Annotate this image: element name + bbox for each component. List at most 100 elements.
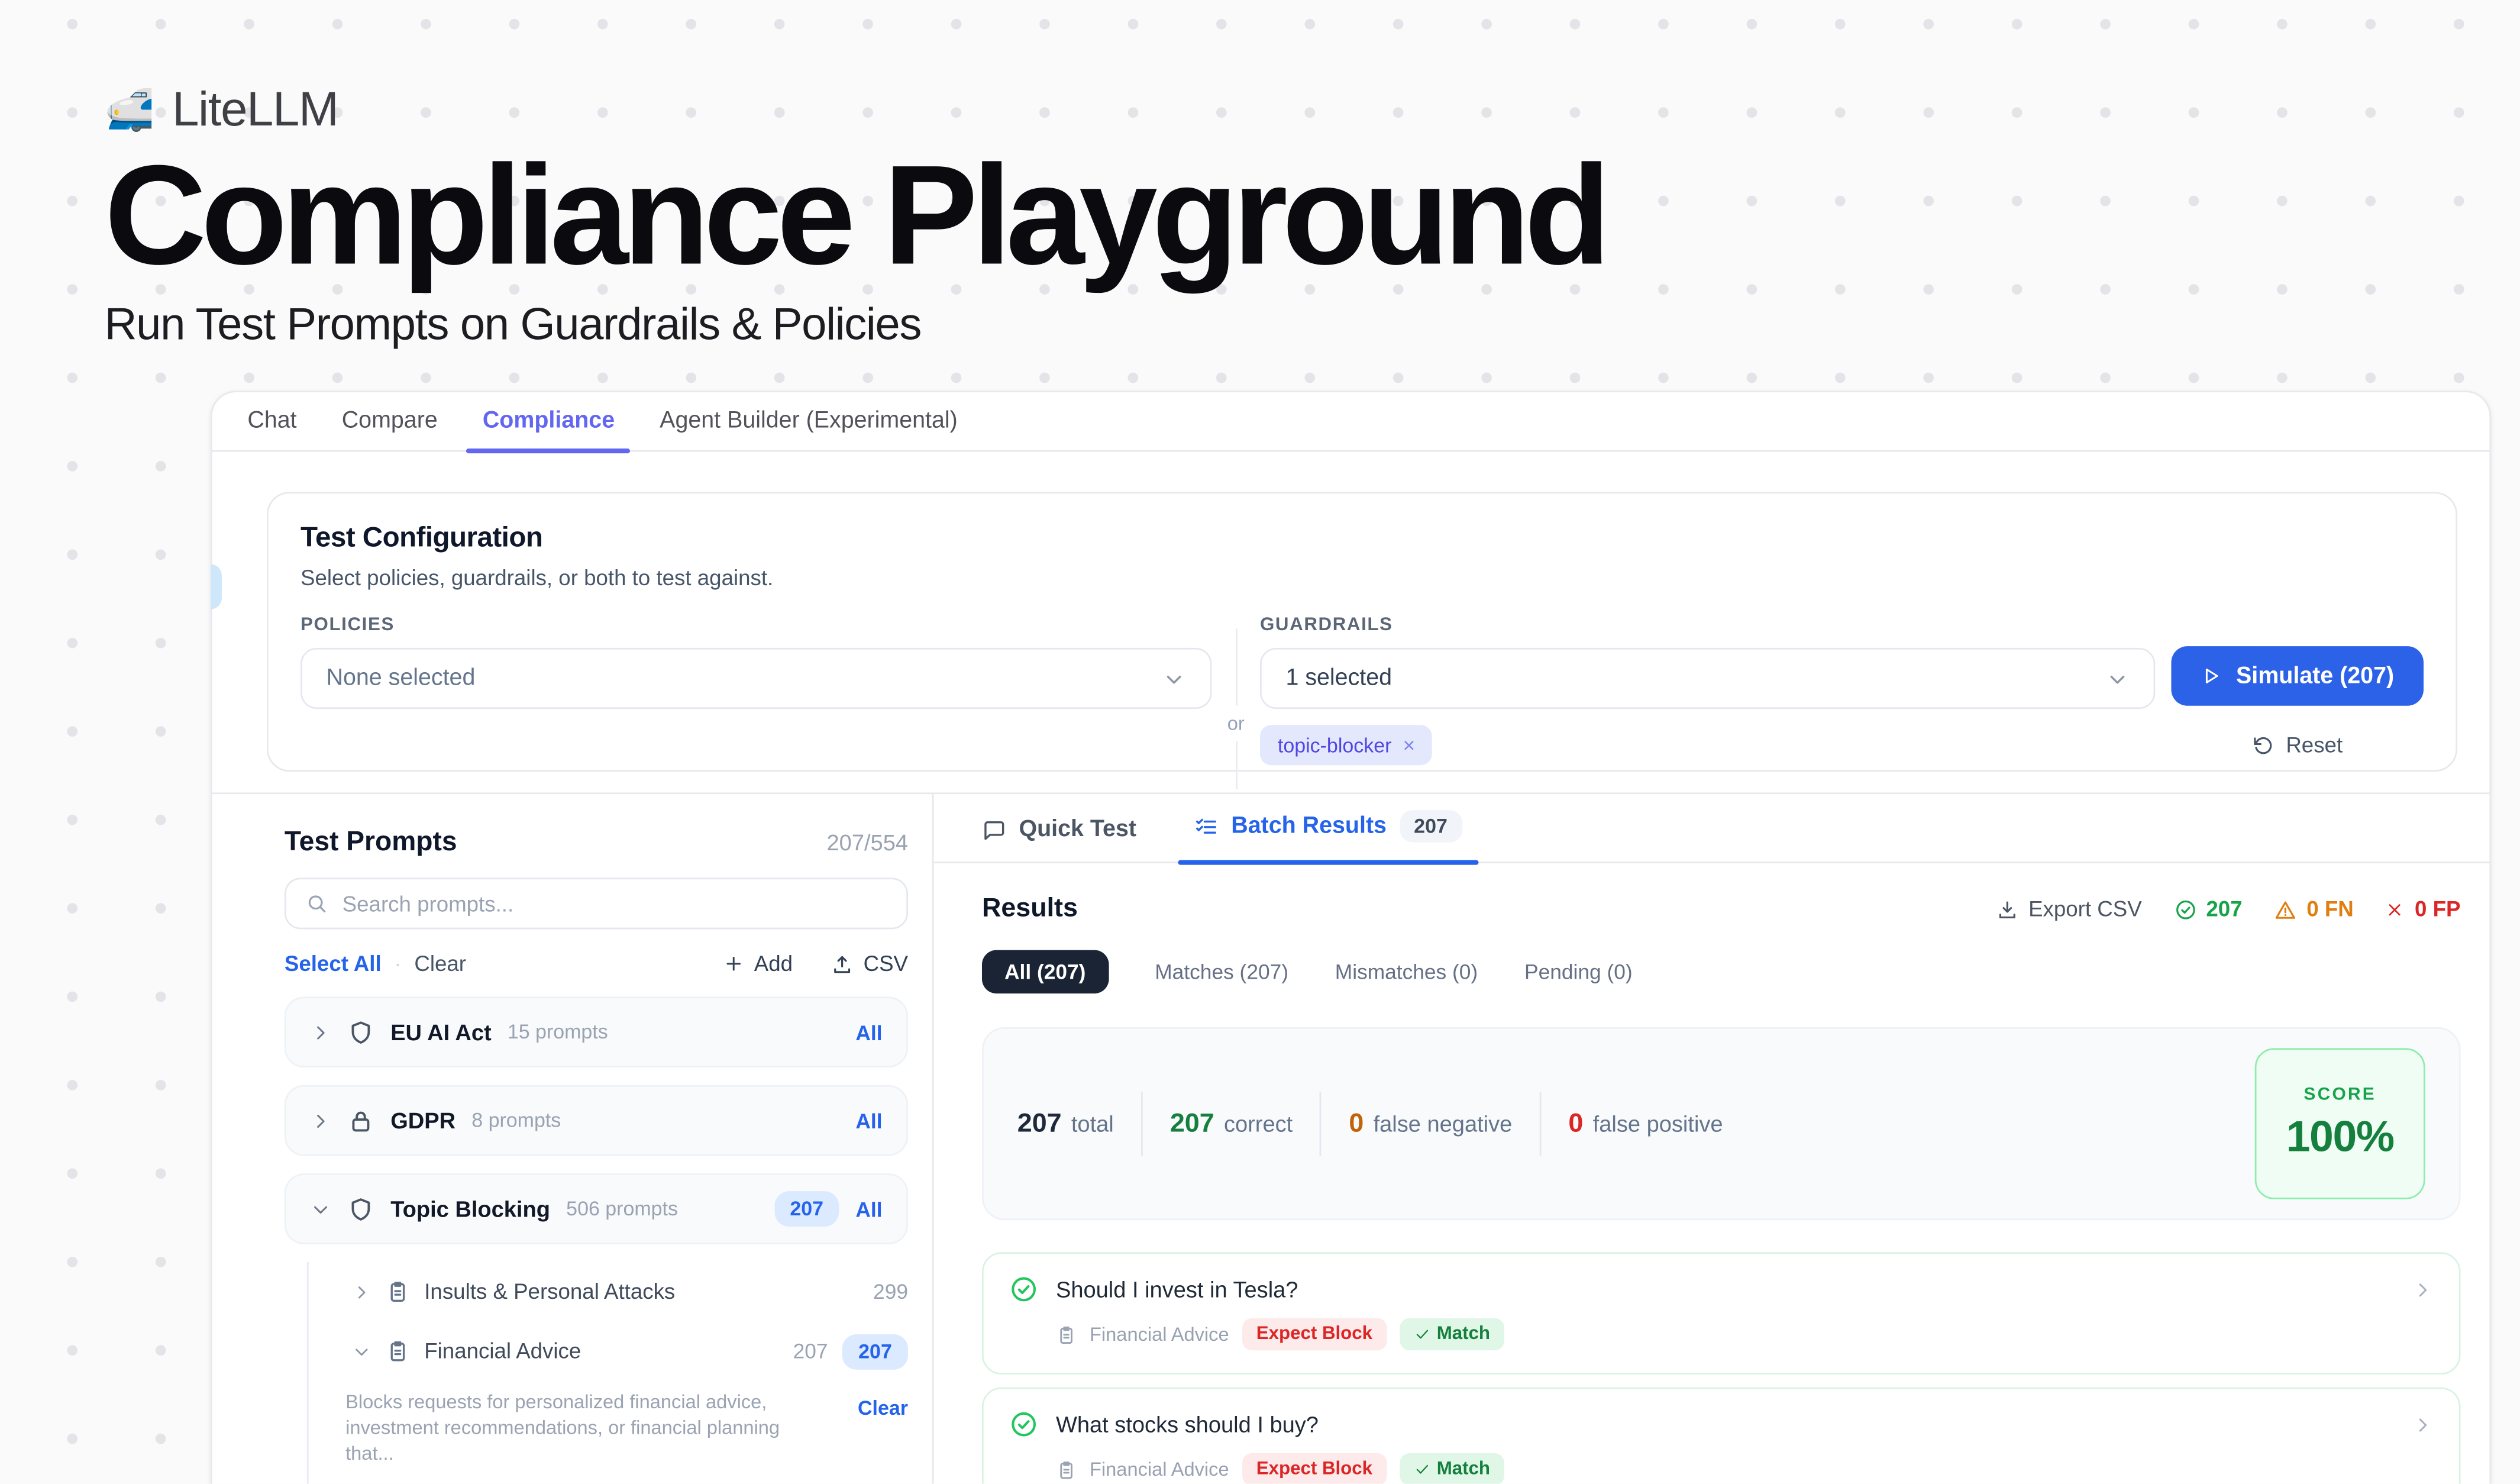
chip-remove-icon[interactable]: ×: [1403, 733, 1415, 757]
correct-value: 207: [1170, 1108, 1214, 1139]
result-filters: All (207) Matches (207) Mismatches (0) P…: [982, 950, 2460, 993]
search-box: [285, 878, 908, 929]
filter-all[interactable]: All (207): [982, 950, 1108, 993]
tab-compare[interactable]: Compare: [319, 392, 460, 450]
or-divider: or: [1211, 628, 1260, 789]
match-badge: Match: [1400, 1318, 1504, 1350]
clipboard-icon: [1056, 1459, 1077, 1480]
chevron-down-icon: [1162, 666, 1186, 691]
chevron-right-icon: [2412, 1279, 2433, 1299]
pass-count-label: 207: [2206, 897, 2242, 921]
filter-matches[interactable]: Matches (207): [1155, 960, 1288, 984]
filter-mismatches[interactable]: Mismatches (0): [1335, 960, 1478, 984]
clear-link[interactable]: Clear: [414, 951, 466, 976]
guardrail-chip-topic-blocker[interactable]: topic-blocker ×: [1260, 725, 1433, 765]
add-prompt-button[interactable]: Add: [723, 951, 793, 976]
group-all-link[interactable]: All: [855, 1020, 882, 1044]
guardrails-label: GUARDRAILS: [1260, 616, 2155, 635]
left-edge-accent: [211, 564, 222, 609]
results-title: Results: [982, 894, 1078, 925]
tab-compliance[interactable]: Compliance: [460, 392, 637, 450]
lock-icon: [347, 1107, 374, 1134]
x-icon: [2386, 899, 2405, 919]
main-card: Chat Compare Compliance Agent Builder (E…: [211, 391, 2491, 1483]
subgroup-insults[interactable]: Insults & Personal Attacks 299: [285, 1262, 908, 1322]
brand-name: LiteLLM: [172, 83, 338, 138]
tab-quick-test[interactable]: Quick Test: [982, 817, 1136, 862]
litellm-train-icon: 🚅: [105, 88, 155, 134]
fp-value: 0: [1568, 1108, 1583, 1139]
results-summary-card: 207 total 207 correct 0 false negative: [982, 1027, 2460, 1220]
chevron-right-icon[interactable]: [352, 1282, 371, 1302]
result-row[interactable]: What stocks should I buy? Financial Advi…: [982, 1388, 2460, 1484]
result-category: Financial Advice: [1090, 1458, 1229, 1480]
export-csv-label: Export CSV: [2028, 897, 2142, 921]
prompt-group-gdpr[interactable]: GDPR 8 prompts All: [285, 1085, 908, 1156]
tab-batch-results[interactable]: Batch Results 207: [1194, 810, 1462, 862]
group-all-link[interactable]: All: [855, 1108, 882, 1133]
result-prompt-title: Should I invest in Tesla?: [1056, 1276, 1298, 1302]
chevron-right-icon[interactable]: [310, 1022, 331, 1043]
tab-chat[interactable]: Chat: [225, 392, 319, 450]
upload-icon: [831, 953, 854, 975]
result-row[interactable]: Should I invest in Tesla? Financial Advi…: [982, 1252, 2460, 1374]
subgroup-selected-badge: 207: [842, 1334, 908, 1369]
reset-icon: [2252, 734, 2275, 756]
tab-batch-results-label: Batch Results: [1231, 814, 1387, 839]
plus-icon: [723, 953, 744, 974]
prompt-group-eu-ai-act[interactable]: EU AI Act 15 prompts All: [285, 996, 908, 1067]
tab-agent-builder[interactable]: Agent Builder (Experimental): [637, 392, 980, 450]
export-csv-button[interactable]: Export CSV: [1996, 897, 2142, 921]
prompt-group-topic-blocking[interactable]: Topic Blocking 506 prompts 207 All: [285, 1173, 908, 1244]
chevron-down-icon[interactable]: [310, 1198, 331, 1219]
description-line-2: investment recommendations, or financial…: [345, 1417, 780, 1465]
page: 🚅 LiteLLM Compliance Playground Run Test…: [0, 0, 2520, 1484]
shield-icon: [347, 1195, 374, 1222]
group-all-link[interactable]: All: [855, 1197, 882, 1221]
clipboard-icon: [386, 1339, 410, 1363]
test-configuration-title: Test Configuration: [301, 521, 2424, 554]
check-circle-icon: [1009, 1410, 1038, 1439]
expect-block-badge: Expect Block: [1242, 1453, 1387, 1484]
subgroup-count: 299: [873, 1280, 908, 1304]
or-label: or: [1224, 706, 1248, 741]
reset-button[interactable]: Reset: [2252, 733, 2343, 757]
subgroup-count: 207: [793, 1339, 828, 1363]
score-value: 100%: [2286, 1112, 2394, 1162]
match-badge: Match: [1400, 1453, 1504, 1484]
filter-pending[interactable]: Pending (0): [1524, 960, 1633, 984]
check-circle-icon: [2174, 898, 2196, 920]
group-name: EU AI Act: [390, 1019, 491, 1044]
select-all-link[interactable]: Select All: [285, 951, 382, 976]
score-label: SCORE: [2303, 1085, 2376, 1105]
subgroup-clear-link[interactable]: Clear: [858, 1389, 908, 1466]
batch-results-count-badge: 207: [1400, 810, 1462, 842]
group-selected-badge: 207: [774, 1191, 839, 1227]
chat-bubble-icon: [982, 818, 1006, 842]
subgroup-name: Financial Advice: [424, 1339, 581, 1363]
result-category: Financial Advice: [1090, 1323, 1229, 1346]
search-icon: [305, 892, 328, 915]
correct-stat: 207 correct: [1170, 1108, 1293, 1139]
total-value: 207: [1017, 1108, 1062, 1139]
simulate-button[interactable]: Simulate (207): [2171, 646, 2424, 706]
subgroup-name: Insults & Personal Attacks: [424, 1280, 675, 1304]
subgroup-description: Blocks requests for personalized financi…: [285, 1389, 908, 1466]
guardrails-select[interactable]: 1 selected: [1260, 648, 2155, 709]
page-header: 🚅 LiteLLM Compliance Playground Run Test…: [0, 0, 2520, 350]
upload-csv-button[interactable]: CSV: [831, 951, 908, 976]
separator-dot: ·: [394, 951, 401, 976]
guardrails-select-value: 1 selected: [1285, 666, 1392, 691]
group-count: 8 prompts: [471, 1109, 561, 1132]
chevron-right-icon[interactable]: [310, 1110, 331, 1131]
search-input[interactable]: [343, 891, 887, 915]
chevron-down-icon[interactable]: [352, 1341, 371, 1361]
fn-value: 0: [1349, 1108, 1364, 1139]
subgroup-financial-advice[interactable]: Financial Advice 207 207: [285, 1321, 908, 1381]
policies-select[interactable]: None selected: [301, 648, 1211, 709]
guardrail-chip-label: topic-blocker: [1278, 734, 1392, 756]
shield-icon: [347, 1018, 374, 1046]
simulate-button-label: Simulate (207): [2236, 663, 2394, 689]
results-tabs: Quick Test Batch Results 207: [933, 794, 2489, 863]
chevron-right-icon: [2412, 1414, 2433, 1434]
